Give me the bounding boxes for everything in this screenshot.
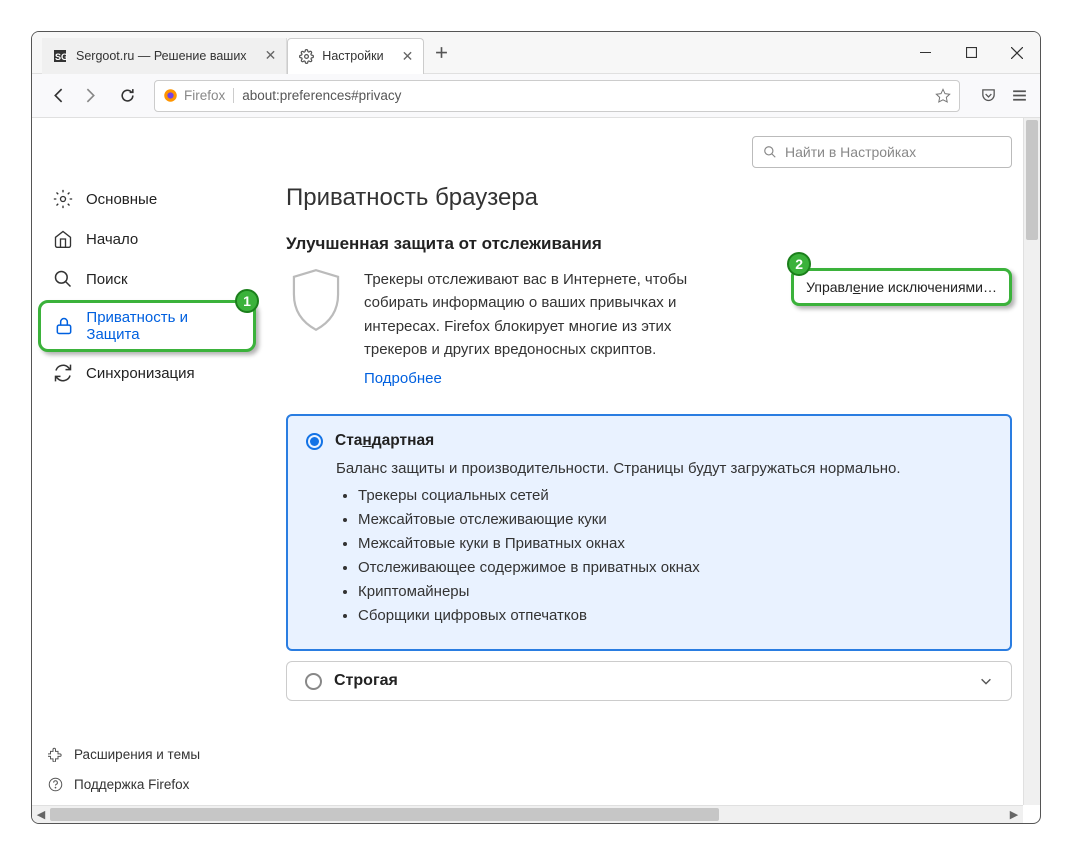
sidebar-item-home[interactable]: Начало <box>38 220 256 258</box>
sidebar-item-label: Основные <box>86 191 157 208</box>
list-item: Сборщики цифровых отпечатков <box>358 607 992 624</box>
annotation-badge: 2 <box>787 252 811 276</box>
preferences-search[interactable]: Найти в Настройках <box>752 136 1012 168</box>
identity-box[interactable]: Firefox <box>163 88 234 103</box>
minimize-button[interactable] <box>902 32 948 74</box>
scrollbar-thumb[interactable] <box>1026 120 1038 240</box>
help-icon <box>46 775 64 793</box>
list-item: Межсайтовые куки в Приватных окнах <box>358 535 992 552</box>
sync-icon <box>52 362 74 384</box>
maximize-button[interactable] <box>948 32 994 74</box>
standard-description: Баланс защиты и производительности. Стра… <box>336 460 992 477</box>
close-window-button[interactable] <box>994 32 1040 74</box>
puzzle-icon <box>46 745 64 763</box>
list-item: Криптомайнеры <box>358 583 992 600</box>
tab-label: Настройки <box>322 49 383 63</box>
svg-text:SG: SG <box>55 52 67 62</box>
sidebar-item-label: Синхронизация <box>86 365 195 382</box>
menu-button[interactable] <box>1011 87 1028 104</box>
scroll-left-icon[interactable]: ◀ <box>32 806 50 824</box>
protection-standard-option[interactable]: Стандартная Баланс защиты и производител… <box>286 414 1012 651</box>
sidebar-item-sync[interactable]: Синхронизация <box>38 354 256 392</box>
sidebar-item-label: Поиск <box>86 271 128 288</box>
bookmark-star-icon[interactable] <box>935 88 951 104</box>
sidebar-support[interactable]: Поддержка Firefox <box>32 769 262 799</box>
sidebar-item-general[interactable]: Основные <box>38 180 256 218</box>
sidebar-footer-label: Расширения и темы <box>74 747 200 762</box>
tab-inactive[interactable]: SG Sergoot.ru — Решение ваших ✕ <box>42 38 287 74</box>
toolbar: Firefox about:preferences#privacy <box>32 74 1040 118</box>
chevron-down-icon[interactable] <box>979 674 993 688</box>
back-button[interactable] <box>44 81 74 111</box>
annotation-badge: 1 <box>235 289 259 313</box>
vertical-scrollbar[interactable] <box>1023 118 1040 805</box>
titlebar: SG Sergoot.ru — Решение ваших ✕ Настройк… <box>32 32 1040 74</box>
manage-exceptions-button[interactable]: Управление исключениями… <box>791 268 1012 306</box>
sidebar: Основные Начало Поиск 1 Приватность и За… <box>32 118 262 823</box>
sidebar-footer-label: Поддержка Firefox <box>74 777 189 792</box>
gear-icon <box>298 48 314 64</box>
protection-strict-option[interactable]: Строгая <box>286 661 1012 701</box>
horizontal-scrollbar[interactable]: ◀ ▶ <box>32 805 1023 823</box>
lock-icon <box>53 315 74 337</box>
search-icon <box>763 145 777 159</box>
site-favicon-icon: SG <box>52 48 68 64</box>
sidebar-item-search[interactable]: Поиск <box>38 260 256 298</box>
firefox-icon <box>163 88 178 103</box>
section-title: Улучшенная защита от отслеживания <box>286 234 1012 254</box>
scrollbar-thumb[interactable] <box>50 808 719 821</box>
radio-icon[interactable] <box>305 673 322 690</box>
sidebar-item-privacy[interactable]: 1 Приватность и Защита <box>38 300 256 352</box>
address-bar[interactable]: Firefox about:preferences#privacy <box>154 80 960 112</box>
list-item: Трекеры социальных сетей <box>358 487 992 504</box>
reload-button[interactable] <box>112 81 142 111</box>
identity-label: Firefox <box>184 88 225 103</box>
page-title: Приватность браузера <box>286 184 1012 212</box>
pocket-icon[interactable] <box>980 87 997 104</box>
home-icon <box>52 228 74 250</box>
forward-button[interactable] <box>74 81 104 111</box>
search-icon <box>52 268 74 290</box>
sidebar-item-label: Приватность и Защита <box>86 309 241 343</box>
search-placeholder: Найти в Настройках <box>785 144 916 160</box>
close-icon[interactable]: ✕ <box>265 47 277 64</box>
list-item: Межсайтовые отслеживающие куки <box>358 511 992 528</box>
list-item: Отслеживающее содержимое в приватных окн… <box>358 559 992 576</box>
tab-label: Sergoot.ru — Решение ваших <box>76 49 247 63</box>
url-text: about:preferences#privacy <box>242 88 401 103</box>
tab-active[interactable]: Настройки ✕ <box>287 38 424 74</box>
sidebar-extensions[interactable]: Расширения и темы <box>32 739 262 769</box>
close-icon[interactable]: ✕ <box>402 48 414 65</box>
radio-icon[interactable] <box>306 433 323 450</box>
learn-more-link[interactable]: Подробнее <box>364 367 442 390</box>
sidebar-item-label: Начало <box>86 231 138 248</box>
new-tab-button[interactable] <box>424 46 458 59</box>
tracking-description: Трекеры отслеживают вас в Интернете, что… <box>364 271 687 358</box>
standard-feature-list: Трекеры социальных сетей Межсайтовые отс… <box>358 487 992 624</box>
gear-icon <box>52 188 74 210</box>
main-content: Найти в Настройках Приватность браузера … <box>262 118 1040 823</box>
shield-icon <box>286 268 346 338</box>
scroll-right-icon[interactable]: ▶ <box>1005 806 1023 824</box>
